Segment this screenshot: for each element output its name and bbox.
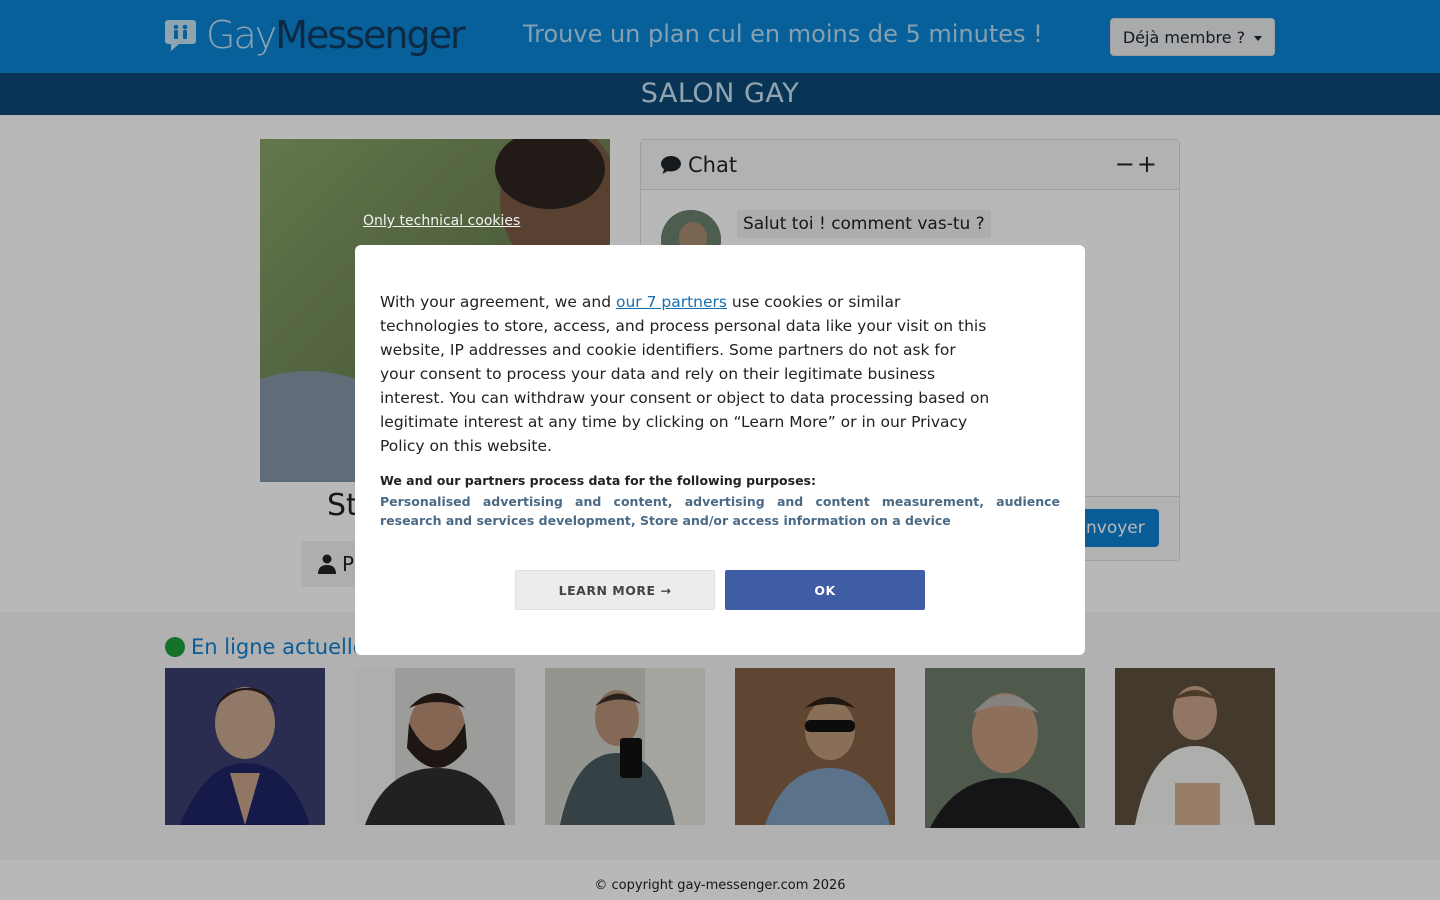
only-technical-cookies-link[interactable]: Only technical cookies [363,213,520,229]
cookie-consent-dialog: With your agreement, we and our 7 partne… [355,245,1085,655]
ok-button[interactable]: OK [725,570,925,610]
purposes-list: Personalised advertising and content, ad… [380,494,1060,528]
partners-link[interactable]: our 7 partners [616,293,727,311]
consent-description: With your agreement, we and our 7 partne… [380,290,990,458]
consent-text-start: With your agreement, we and [380,293,616,311]
learn-more-button[interactable]: LEARN MORE → [515,570,715,610]
purposes-heading: We and our partners process data for the… [380,473,816,488]
consent-text-end: use cookies or similar technologies to s… [380,293,990,455]
